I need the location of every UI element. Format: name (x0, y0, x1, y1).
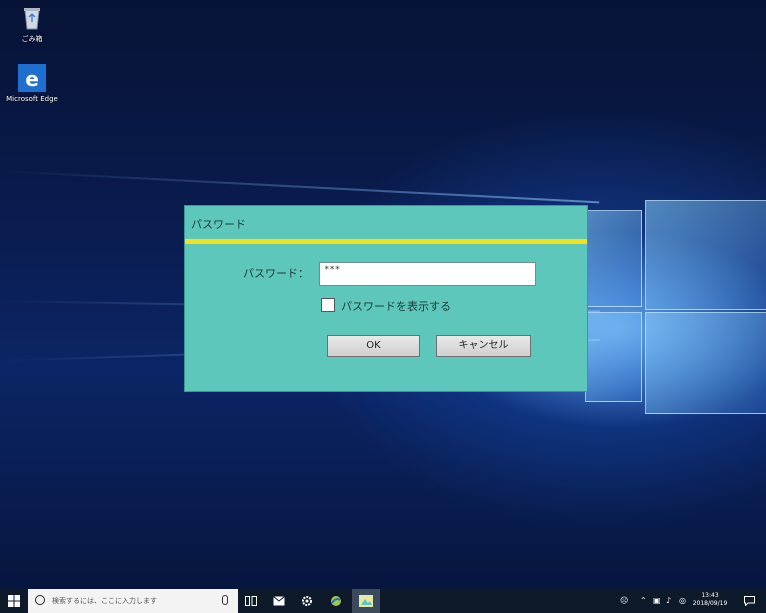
notification-icon (743, 596, 755, 606)
password-label: パスワード： (243, 267, 309, 280)
desktop-icon-recycle-bin[interactable]: ごみ箱 (2, 4, 62, 44)
windows-start-icon (8, 595, 20, 607)
app-icon (331, 596, 341, 606)
edge-browser-icon: e (18, 64, 46, 92)
taskbar-active-app[interactable] (352, 589, 380, 613)
wallpaper-pane-bottom-right (645, 312, 766, 414)
taskbar-search-box[interactable]: 検索するには、ここに入力します (28, 589, 238, 613)
wallpaper-light-beam (0, 170, 600, 204)
people-icon[interactable]: ☹ (620, 596, 628, 605)
taskbar-mail-app[interactable] (268, 589, 290, 613)
dialog-titlebar[interactable]: パスワード (185, 206, 587, 239)
desktop-icon-label: ごみ箱 (21, 35, 43, 43)
password-input[interactable]: *** (319, 262, 536, 286)
windows-wallpaper-logo (585, 200, 766, 440)
password-dialog: パスワード パスワード： *** パスワードを表示する OK キャンセル (184, 205, 588, 392)
taskbar-clock[interactable]: 13:43 2018/09/19 (690, 592, 730, 608)
ok-button[interactable]: OK (327, 335, 420, 357)
task-view-button[interactable] (240, 589, 262, 613)
show-password-checkbox[interactable] (321, 298, 335, 312)
volume-icon[interactable]: ♪ (666, 596, 671, 605)
show-password-label[interactable]: パスワードを表示する (341, 298, 451, 314)
wallpaper-pane-top-right (645, 200, 766, 310)
wallpaper-pane-top-left (585, 210, 642, 307)
notification-button[interactable] (738, 589, 760, 613)
recycle-bin-icon (18, 4, 46, 32)
search-placeholder: 検索するには、ここに入力します (52, 597, 157, 605)
wallpaper-pane-bottom-left (585, 312, 642, 402)
active-app-icon (359, 595, 373, 607)
taskbar-settings-app[interactable] (296, 589, 318, 613)
start-button[interactable] (0, 589, 28, 613)
clock-time: 13:43 (701, 592, 719, 599)
ime-icon[interactable]: ◎ (679, 596, 686, 605)
taskbar: 検索するには、ここに入力します ☹ ⌃ ▣ ♪ ◎ 13:43 2018/09/… (0, 589, 766, 613)
cortana-icon (35, 595, 45, 605)
svg-text:e: e (25, 67, 39, 91)
mail-icon (273, 596, 285, 606)
clock-date: 2018/09/19 (692, 600, 728, 607)
dialog-title-stripe (185, 239, 587, 244)
cancel-button[interactable]: キャンセル (436, 335, 531, 357)
dialog-title: パスワード (191, 218, 246, 231)
network-icon[interactable]: ▣ (653, 596, 661, 605)
taskbar-app[interactable] (324, 589, 348, 613)
gear-icon (302, 596, 312, 606)
desktop-icon-edge[interactable]: e Microsoft Edge (2, 64, 62, 104)
task-view-icon (245, 596, 257, 606)
desktop-icon-label: Microsoft Edge (6, 95, 58, 103)
chevron-up-icon[interactable]: ⌃ (640, 596, 647, 605)
microphone-icon[interactable] (222, 595, 228, 605)
